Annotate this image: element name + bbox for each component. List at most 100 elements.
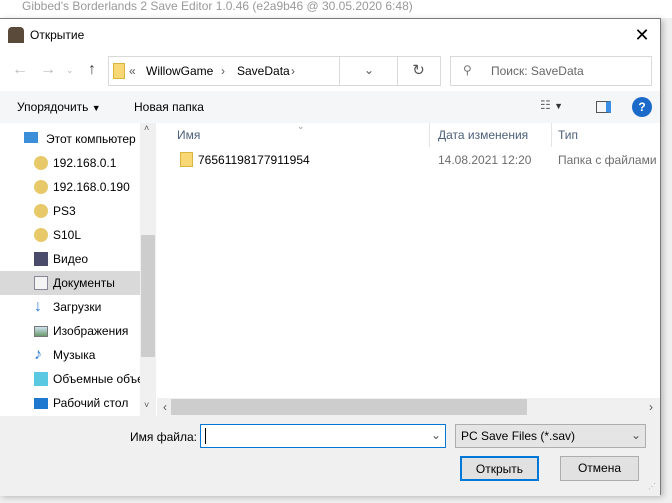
desktop-icon xyxy=(34,398,48,409)
network-drive-icon xyxy=(34,180,48,194)
sidebar-item-pictures[interactable]: Изображения xyxy=(0,319,140,343)
file-type: Папка с файлами xyxy=(558,153,657,167)
chevron-down-icon: ⌄ xyxy=(364,63,375,77)
sidebar-item-label: 192.168.0.190 xyxy=(53,180,130,194)
column-header-type[interactable]: Тип xyxy=(558,128,578,142)
sidebar-item-label: Видео xyxy=(53,252,89,266)
search-input[interactable]: ⚲ Поиск: SaveData xyxy=(450,56,652,86)
downloads-icon: ↓ xyxy=(34,298,42,315)
table-row[interactable]: 76561198177911954 14.08.2021 12:20 Папка… xyxy=(157,149,660,171)
scroll-up-icon[interactable]: ˄ xyxy=(144,123,149,133)
filename-label: Имя файла: xyxy=(130,430,197,444)
sidebar-item-video[interactable]: Видео xyxy=(0,247,140,271)
sidebar-item-label: 192.168.0.1 xyxy=(53,156,117,170)
background-window-title: Gibbed's Borderlands 2 Save Editor 1.0.4… xyxy=(0,0,672,18)
pictures-icon xyxy=(34,326,48,337)
breadcrumb-willowgame[interactable]: WillowGame xyxy=(146,64,213,78)
breadcrumb-savedata[interactable]: SaveData xyxy=(237,64,290,78)
cancel-button[interactable]: Отмена xyxy=(560,456,639,481)
sidebar-item-desktop[interactable]: Рабочий стол xyxy=(0,391,140,415)
dialog-footer: Имя файла: ⌄ PC Save Files (*.sav) ⌄ Отк… xyxy=(0,416,660,496)
breadcrumb-overflow[interactable]: « xyxy=(129,64,136,78)
3d-objects-icon xyxy=(34,372,48,386)
view-options-icon[interactable]: ☷ ▼ xyxy=(540,98,563,112)
chevron-right-icon[interactable]: › xyxy=(291,64,295,78)
sidebar-item-192-168-0-190[interactable]: 192.168.0.190 xyxy=(0,175,140,199)
file-type-filter-select[interactable]: PC Save Files (*.sav) ⌄ xyxy=(455,424,646,448)
navigation-pane: Этот компьютер 192.168.0.1 192.168.0.190… xyxy=(0,123,156,416)
scrollbar-thumb[interactable] xyxy=(141,235,155,357)
sidebar-scrollbar[interactable]: ˄ ˅ xyxy=(140,123,156,416)
column-header-name[interactable]: Имя xyxy=(177,128,200,142)
up-button[interactable]: ↑ xyxy=(88,61,96,79)
refresh-button[interactable]: ↻ xyxy=(397,56,441,86)
address-bar[interactable]: « WillowGame › SaveData › xyxy=(108,56,340,86)
network-drive-icon xyxy=(34,228,48,242)
search-placeholder: Поиск: SaveData xyxy=(491,64,584,78)
background-window xyxy=(660,18,672,503)
sidebar-item-s10l[interactable]: S10L xyxy=(0,223,140,247)
close-button[interactable]: ✕ xyxy=(630,24,654,46)
chevron-right-icon[interactable]: › xyxy=(221,64,225,78)
network-drive-icon xyxy=(34,204,48,218)
sidebar-item-music[interactable]: ♪ Музыка xyxy=(0,343,140,367)
organize-button[interactable]: Упорядочить ▼ xyxy=(17,100,101,114)
sidebar-item-label: PS3 xyxy=(53,204,76,218)
sidebar-item-ps3[interactable]: PS3 xyxy=(0,199,140,223)
sidebar-item-3d-objects[interactable]: Объемные объекты xyxy=(0,367,140,391)
scroll-left-icon[interactable]: ‹ xyxy=(163,400,167,414)
app-icon xyxy=(8,27,24,43)
organize-label: Упорядочить xyxy=(17,100,89,114)
open-file-dialog: Открытие ✕ ← → ⌄ ↑ « WillowGame › SaveDa… xyxy=(0,18,661,496)
horizontal-scrollbar[interactable]: ‹ › xyxy=(157,398,660,416)
video-icon xyxy=(34,252,48,266)
recent-locations-button[interactable]: ⌄ xyxy=(66,65,74,76)
folder-icon xyxy=(180,152,193,167)
background-title-text: Gibbed's Borderlands 2 Save Editor 1.0.4… xyxy=(22,0,413,13)
dialog-title: Открытие xyxy=(30,28,85,42)
filename-input[interactable]: ⌄ xyxy=(200,424,446,448)
title-bar: Открытие ✕ xyxy=(0,19,660,51)
address-dropdown[interactable]: ⌄ xyxy=(340,56,398,86)
sidebar-item-label: Загрузки xyxy=(53,300,102,314)
back-button[interactable]: ← xyxy=(12,61,28,79)
file-date: 14.08.2021 12:20 xyxy=(438,153,532,167)
chevron-down-icon: ⌄ xyxy=(631,428,642,442)
chevron-down-icon[interactable]: ⌄ xyxy=(431,428,441,442)
scroll-down-icon[interactable]: ˅ xyxy=(144,400,149,410)
folder-icon xyxy=(113,63,125,79)
text-cursor xyxy=(205,428,206,444)
search-icon: ⚲ xyxy=(463,63,472,77)
sidebar-item-this-pc[interactable]: Этот компьютер xyxy=(0,127,140,151)
file-list: ⌄ Имя Дата изменения Тип 765611981779119… xyxy=(157,121,660,416)
help-icon[interactable]: ? xyxy=(632,97,652,117)
network-drive-icon xyxy=(34,156,48,170)
computer-icon xyxy=(24,132,38,143)
preview-pane-icon[interactable] xyxy=(596,101,611,113)
open-button[interactable]: Открыть xyxy=(460,456,539,481)
scrollbar-thumb[interactable] xyxy=(171,399,527,415)
file-name: 76561198177911954 xyxy=(198,153,310,167)
sidebar-item-label: Рабочий стол xyxy=(53,396,129,410)
sidebar-item-label: Объемные объекты xyxy=(53,372,140,386)
navigation-bar: ← → ⌄ ↑ « WillowGame › SaveData › ⌄ ↻ ⚲ … xyxy=(0,51,660,89)
file-type-filter-value: PC Save Files (*.sav) xyxy=(461,429,576,443)
column-divider[interactable] xyxy=(551,123,552,147)
sidebar-item-192-168-0-1[interactable]: 192.168.0.1 xyxy=(0,151,140,175)
sort-indicator-icon: ⌄ xyxy=(297,121,305,131)
new-folder-button[interactable]: Новая папка xyxy=(134,100,204,114)
sidebar-item-label: Этот компьютер xyxy=(46,132,136,146)
scroll-right-icon[interactable]: › xyxy=(649,400,653,414)
music-icon: ♪ xyxy=(34,346,42,363)
column-divider[interactable] xyxy=(429,123,430,147)
sidebar-item-documents[interactable]: Документы xyxy=(0,271,140,295)
column-header-date[interactable]: Дата изменения xyxy=(438,128,528,142)
sidebar-item-label: Музыка xyxy=(53,348,96,362)
resize-grip-icon[interactable]: ⋰ xyxy=(648,482,656,491)
sidebar-item-label: Изображения xyxy=(53,324,129,338)
sidebar-item-label: S10L xyxy=(53,228,82,242)
forward-button[interactable]: → xyxy=(40,61,56,79)
toolbar: Упорядочить ▼ Новая папка ☷ ▼ ? xyxy=(0,91,660,123)
sidebar-item-downloads[interactable]: ↓ Загрузки xyxy=(0,295,140,319)
documents-icon xyxy=(34,276,48,290)
